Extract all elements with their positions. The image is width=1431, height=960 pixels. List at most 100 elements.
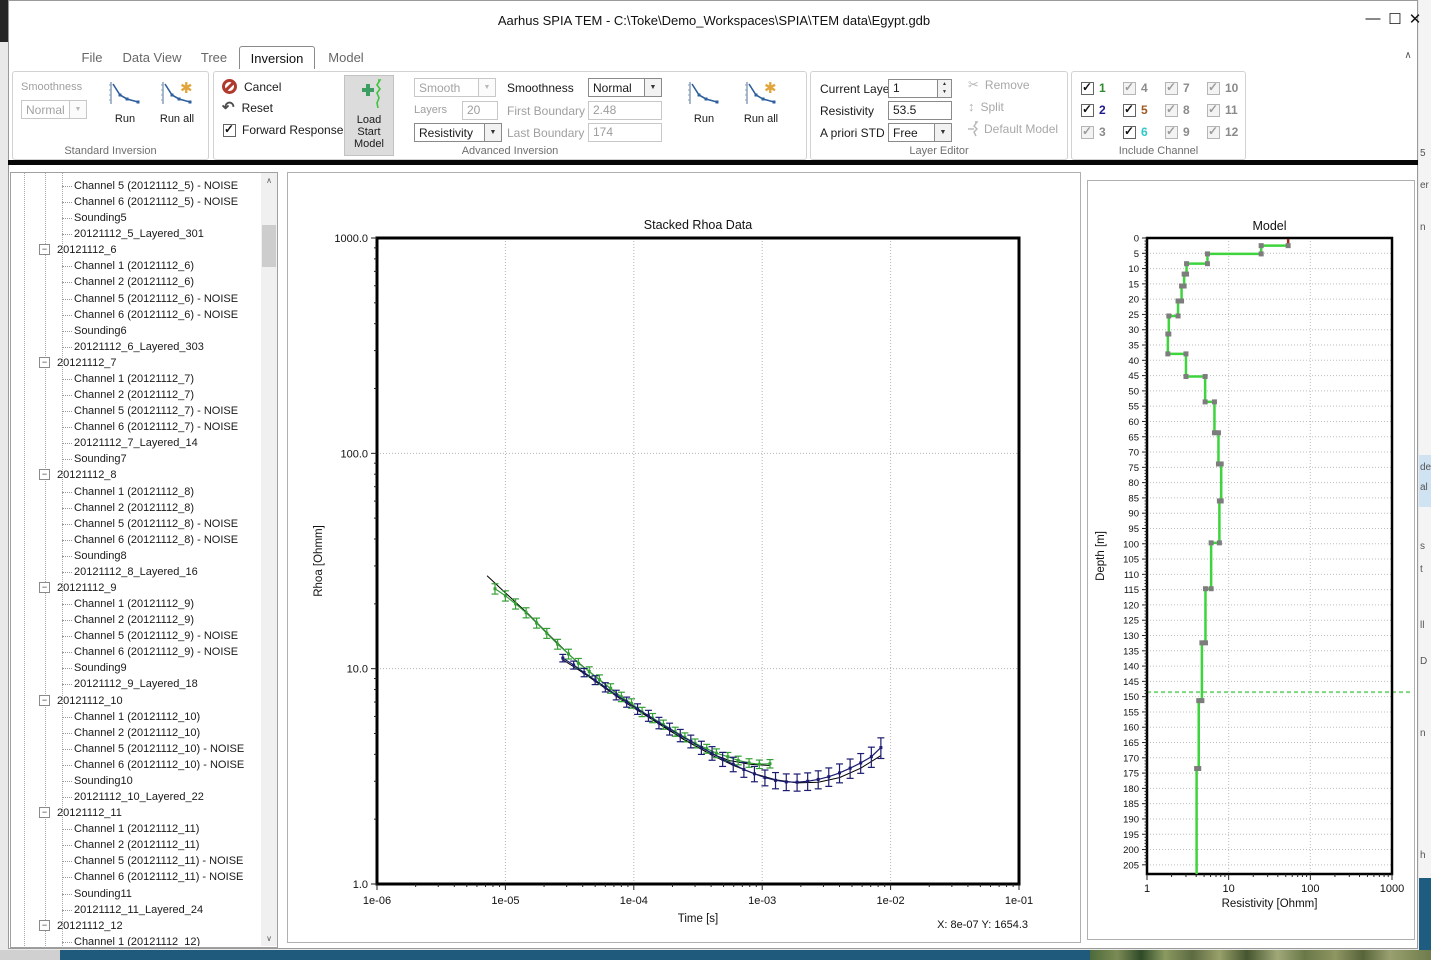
first-boundary-input[interactable]: 2.48 [588, 101, 662, 120]
tree-item[interactable]: Channel 5 (20121112_6) - NOISE [11, 291, 261, 307]
tree-item[interactable]: −20121112_10 [11, 693, 261, 709]
tree-item[interactable]: Sounding8 [11, 548, 261, 564]
tree-item[interactable]: 20121112_6_Layered_303 [11, 339, 261, 355]
advanced-run-all-button[interactable]: ✱ Run all [733, 80, 789, 125]
tree-item[interactable]: 20121112_10_Layered_22 [11, 789, 261, 805]
tree-item[interactable]: Channel 6 (20121112_8) - NOISE [11, 532, 261, 548]
display-mode-select[interactable]: Resistivity ▼ [414, 123, 502, 142]
model-chart[interactable]: Model05101520253035404550556065707580859… [1088, 181, 1416, 941]
tab-model[interactable]: Model [322, 46, 370, 69]
include-channel-1-checkbox[interactable]: 1 [1081, 81, 1106, 95]
spinner-arrows-icon[interactable]: ▲▼ [937, 80, 951, 97]
tree-item[interactable]: Sounding11 [11, 886, 261, 902]
remove-button[interactable]: ✂ Remove [968, 77, 1030, 93]
current-layer-spinner[interactable]: 1 ▲▼ [888, 79, 952, 98]
tree-expander-icon[interactable]: − [39, 244, 50, 255]
tree-item[interactable]: −20121112_11 [11, 805, 261, 821]
tree-item[interactable]: Channel 1 (20121112_8) [11, 484, 261, 500]
forward-response-checkbox[interactable]: Forward Response [223, 123, 343, 137]
tab-file[interactable]: File [70, 46, 114, 69]
tree-item[interactable]: −20121112_7 [11, 355, 261, 371]
tree-item[interactable]: Channel 5 (20121112_11) - NOISE [11, 853, 261, 869]
adv-smoothness-select[interactable]: Normal ▼ [588, 78, 662, 97]
last-boundary-input[interactable]: 174 [588, 123, 662, 142]
tree-expander-icon[interactable]: − [39, 695, 50, 706]
tree-item[interactable]: Sounding10 [11, 773, 261, 789]
checkbox-icon[interactable] [1081, 82, 1094, 95]
close-button[interactable]: ✕ [1405, 10, 1425, 28]
run-button[interactable]: Run [102, 80, 148, 125]
tree-expander-icon[interactable]: − [39, 807, 50, 818]
tree-item[interactable]: Channel 6 (20121112_10) - NOISE [11, 757, 261, 773]
tree-item[interactable]: Channel 1 (20121112_7) [11, 371, 261, 387]
default-model-button[interactable]: Default Model [966, 121, 1058, 137]
load-start-model-button[interactable]: Load Start Model [344, 75, 394, 156]
apriori-std-select[interactable]: Free ▼ [888, 123, 952, 142]
include-channel-5-checkbox[interactable]: 5 [1123, 103, 1148, 117]
tree-item[interactable]: Channel 6 (20121112_6) - NOISE [11, 307, 261, 323]
tab-data-view[interactable]: Data View [118, 46, 186, 69]
tree-item[interactable]: 20121112_9_Layered_18 [11, 676, 261, 692]
advanced-run-button[interactable]: Run [682, 80, 726, 125]
tree-item[interactable]: Channel 1 (20121112_6) [11, 258, 261, 274]
tree-item[interactable]: Channel 1 (20121112_11) [11, 821, 261, 837]
tree-item[interactable]: Channel 2 (20121112_7) [11, 387, 261, 403]
tree-item[interactable]: Channel 2 (20121112_11) [11, 837, 261, 853]
scrollbar-thumb[interactable] [262, 225, 276, 267]
tree-item[interactable]: Channel 5 (20121112_10) - NOISE [11, 741, 261, 757]
maximize-button[interactable]: ☐ [1385, 10, 1405, 28]
tree-item[interactable]: Channel 5 (20121112_8) - NOISE [11, 516, 261, 532]
layers-input[interactable]: 20 [462, 101, 498, 120]
tree-item[interactable]: Channel 2 (20121112_8) [11, 500, 261, 516]
tree-item[interactable]: −20121112_12 [11, 918, 261, 934]
checkbox-icon[interactable] [1081, 104, 1094, 117]
tree-item[interactable]: −20121112_6 [11, 242, 261, 258]
smoothness-select[interactable]: Normal ▼ [21, 100, 87, 119]
tree-item[interactable]: Channel 6 (20121112_9) - NOISE [11, 644, 261, 660]
include-channel-6-checkbox[interactable]: 6 [1123, 125, 1148, 139]
split-button[interactable]: ↕ Split [968, 99, 1004, 114]
tab-tree[interactable]: Tree [194, 46, 234, 69]
tab-inversion[interactable]: Inversion [239, 46, 315, 69]
include-channel-2-checkbox[interactable]: 2 [1081, 103, 1106, 117]
minimize-button[interactable]: — [1363, 10, 1383, 27]
tree-item[interactable]: Channel 6 (20121112_11) - NOISE [11, 869, 261, 885]
tree-item[interactable]: Channel 5 (20121112_5) - NOISE [11, 178, 261, 194]
tree-item[interactable]: Channel 1 (20121112_9) [11, 596, 261, 612]
scroll-down-icon[interactable]: ∨ [261, 931, 277, 946]
tree-item[interactable]: Channel 2 (20121112_10) [11, 725, 261, 741]
tree-item[interactable]: Channel 6 (20121112_7) - NOISE [11, 419, 261, 435]
tree-item[interactable]: 20121112_8_Layered_16 [11, 564, 261, 580]
tree-item[interactable]: 20121112_11_Layered_24 [11, 902, 261, 918]
tree-item[interactable]: 20121112_5_Layered_301 [11, 226, 261, 242]
tree-item[interactable]: −20121112_8 [11, 467, 261, 483]
tree-expander-icon[interactable]: − [39, 469, 50, 480]
tree-item[interactable]: Channel 1 (20121112_10) [11, 709, 261, 725]
tree-expander-icon[interactable]: − [39, 920, 50, 931]
run-all-button[interactable]: ✱ Run all [150, 80, 204, 125]
tree-item[interactable]: Sounding6 [11, 323, 261, 339]
reset-button[interactable]: ↶ Reset [222, 101, 273, 115]
tree-item[interactable]: Sounding5 [11, 210, 261, 226]
tree-expander-icon[interactable]: − [39, 582, 50, 593]
ribbon-collapse-button[interactable]: ∧ [1398, 49, 1418, 67]
tree-scrollbar[interactable]: ∧ ∨ [261, 173, 277, 946]
tree-item[interactable]: Channel 5 (20121112_9) - NOISE [11, 628, 261, 644]
stacked-rhoa-chart[interactable]: Stacked Rhoa Data1e-061e-051e-041e-031e-… [288, 173, 1082, 944]
tree-item[interactable]: Sounding7 [11, 451, 261, 467]
cancel-button[interactable]: Cancel [222, 79, 281, 94]
scroll-up-icon[interactable]: ∧ [261, 173, 277, 188]
tree-item[interactable]: Channel 1 (20121112_12) [11, 934, 261, 946]
tree-expander-icon[interactable]: − [39, 357, 50, 368]
tree-item[interactable]: Channel 6 (20121112_5) - NOISE [11, 194, 261, 210]
tree-item[interactable]: Sounding9 [11, 660, 261, 676]
tree-item[interactable]: Channel 2 (20121112_9) [11, 612, 261, 628]
checkbox-icon[interactable] [1123, 126, 1136, 139]
checkbox-icon[interactable] [1123, 104, 1136, 117]
tree-item[interactable]: −20121112_9 [11, 580, 261, 596]
resistivity-input[interactable]: 53.5 [888, 101, 952, 120]
model-type-select[interactable]: Smooth ▼ [414, 78, 496, 97]
tree-item[interactable]: Channel 5 (20121112_7) - NOISE [11, 403, 261, 419]
tree-item[interactable]: 20121112_7_Layered_14 [11, 435, 261, 451]
tree-item[interactable]: Channel 2 (20121112_6) [11, 274, 261, 290]
